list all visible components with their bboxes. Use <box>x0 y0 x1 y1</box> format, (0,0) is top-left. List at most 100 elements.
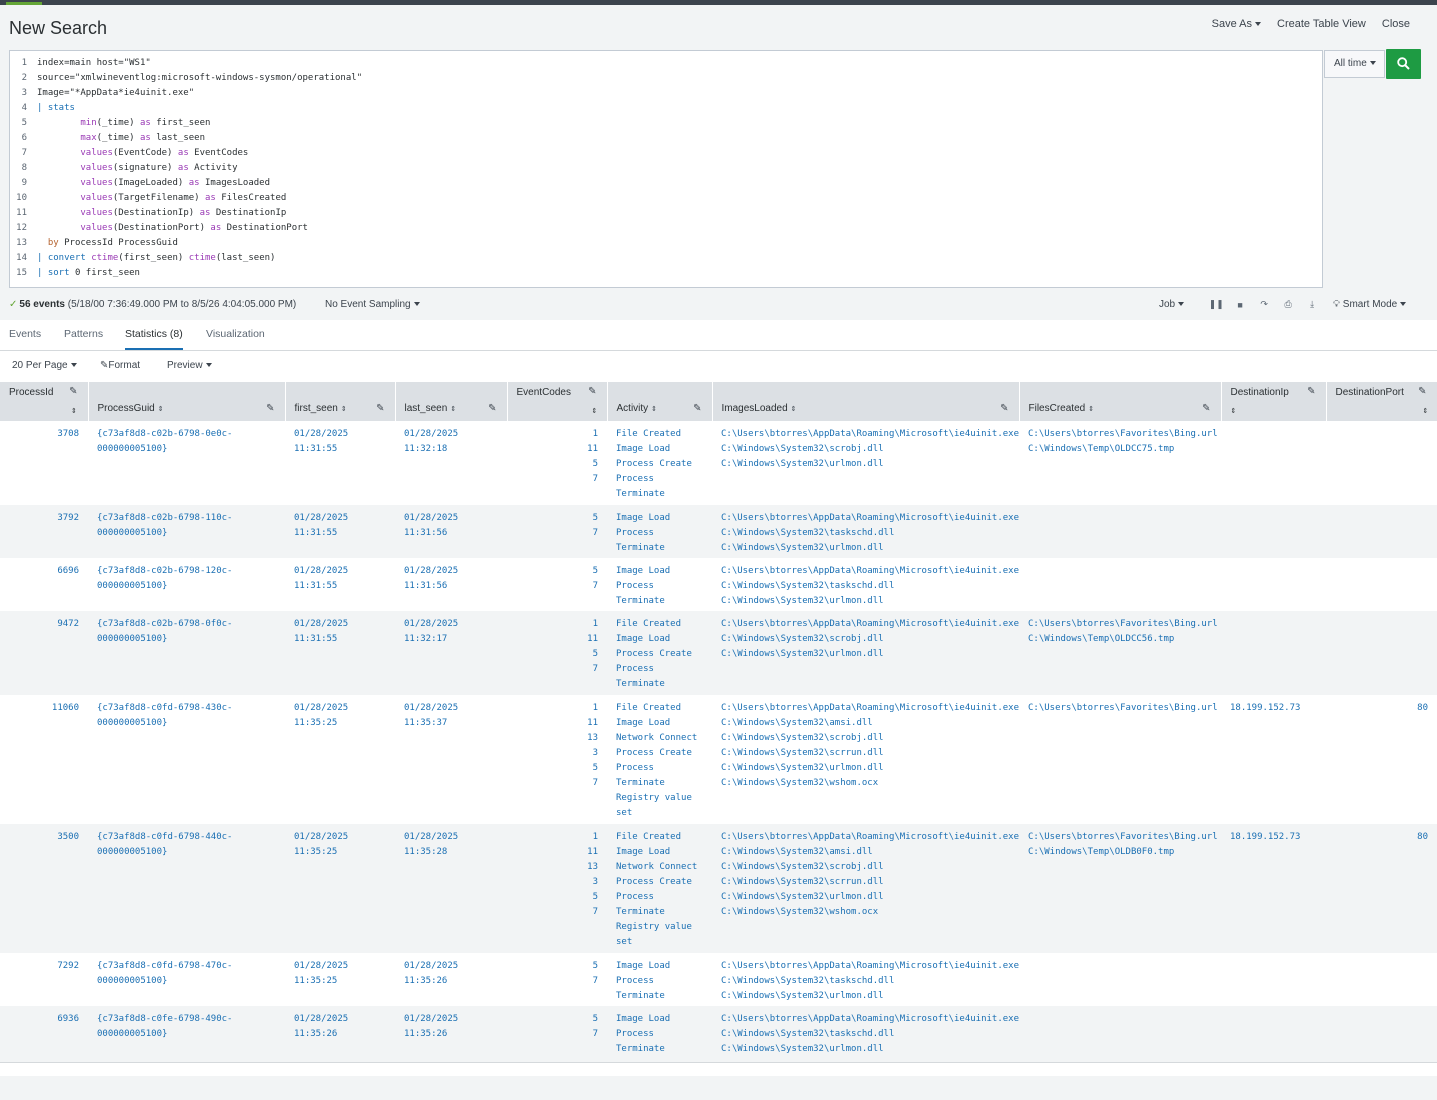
cell-imagesloaded[interactable]: C:\Users\btorres\AppData\Roaming\Microso… <box>712 611 1019 695</box>
cell-processguid[interactable]: {c73af8d8-c02b-6798-110c- 000000005100} <box>88 505 285 558</box>
export-icon[interactable]: ⤓ <box>1300 299 1324 310</box>
cell-processid[interactable]: 7292 <box>0 953 88 1006</box>
edit-column-icon[interactable]: ✎ <box>69 386 77 397</box>
cell-activity[interactable]: Image Load Process Terminate <box>607 505 712 558</box>
cell-last_seen[interactable]: 01/28/2025 11:32:17 <box>395 611 507 695</box>
cell-destinationip[interactable]: 18.199.152.73 <box>1221 824 1326 953</box>
column-header-eventcodes[interactable]: EventCodes ⇕ ✎ <box>507 382 608 421</box>
cell-last_seen[interactable]: 01/28/2025 11:35:26 <box>395 1006 507 1059</box>
cell-eventcodes[interactable]: 5 7 <box>507 505 607 558</box>
cell-filescreated[interactable]: C:\Users\btorres\Favorites\Bing.url C:\W… <box>1019 824 1221 953</box>
cell-processid[interactable]: 3792 <box>0 505 88 558</box>
table-row[interactable]: 9472 {c73af8d8-c02b-6798-0f0c- 0000000051… <box>0 611 1437 695</box>
table-row[interactable]: 6936 {c73af8d8-c0fe-6798-490c- 0000000051… <box>0 1006 1437 1059</box>
cell-eventcodes[interactable]: 1 11 5 7 <box>507 421 607 505</box>
column-header-destinationport[interactable]: DestinationPort ⇕ ✎ <box>1326 382 1437 421</box>
tab-events[interactable]: Events <box>9 328 41 340</box>
cell-destinationport[interactable]: 80 <box>1326 824 1437 953</box>
column-header-last_seen[interactable]: last_seen ⇕ ✎ <box>395 382 508 421</box>
cell-eventcodes[interactable]: 1 11 13 3 5 7 <box>507 695 607 824</box>
cell-filescreated[interactable]: C:\Users\btorres\Favorites\Bing.url C:\W… <box>1019 421 1221 505</box>
search-mode-dropdown[interactable]: 💡︎ Smart Mode <box>1333 299 1407 310</box>
cell-imagesloaded[interactable]: C:\Users\btorres\AppData\Roaming\Microso… <box>712 1006 1019 1059</box>
cell-destinationport[interactable] <box>1326 558 1437 611</box>
close-button[interactable]: Close <box>1382 18 1410 30</box>
cell-first_seen[interactable]: 01/28/2025 11:31:55 <box>285 421 395 505</box>
cell-destinationip[interactable] <box>1221 421 1326 505</box>
edit-column-icon[interactable]: ✎ <box>588 386 596 397</box>
column-header-processid[interactable]: ProcessId ⇕ ✎ <box>0 382 89 421</box>
edit-column-icon[interactable]: ✎ <box>1307 386 1315 397</box>
edit-column-icon[interactable]: ✎ <box>488 403 496 414</box>
create-table-view-button[interactable]: Create Table View <box>1277 18 1366 30</box>
cell-last_seen[interactable]: 01/28/2025 11:32:18 <box>395 421 507 505</box>
time-range-picker[interactable]: All time <box>1324 50 1385 78</box>
edit-column-icon[interactable]: ✎ <box>1202 403 1210 414</box>
edit-column-icon[interactable]: ✎ <box>376 403 384 414</box>
table-row[interactable]: 11060 {c73af8d8-c0fd-6798-430c- 000000005… <box>0 695 1437 824</box>
save-as-button[interactable]: Save As <box>1212 18 1261 30</box>
cell-filescreated[interactable] <box>1019 953 1221 1006</box>
sort-icon[interactable]: ⇕ <box>1088 406 1094 413</box>
column-header-filescreated[interactable]: FilesCreated ⇕ ✎ <box>1019 382 1222 421</box>
column-header-processguid[interactable]: ProcessGuid ⇕ ✎ <box>88 382 286 421</box>
cell-filescreated[interactable] <box>1019 1006 1221 1059</box>
cell-filescreated[interactable]: C:\Users\btorres\Favorites\Bing.url <box>1019 695 1221 824</box>
cell-processid[interactable]: 9472 <box>0 611 88 695</box>
cell-activity[interactable]: Image Load Process Terminate <box>607 558 712 611</box>
edit-column-icon[interactable]: ✎ <box>1418 386 1426 397</box>
sort-icon[interactable]: ⇕ <box>592 407 598 415</box>
cell-processguid[interactable]: {c73af8d8-c0fd-6798-440c- 000000005100} <box>88 824 285 953</box>
table-row[interactable]: 7292 {c73af8d8-c0fd-6798-470c- 0000000051… <box>0 953 1437 1006</box>
cell-processid[interactable]: 3708 <box>0 421 88 505</box>
cell-eventcodes[interactable]: 5 7 <box>507 558 607 611</box>
pause-icon[interactable]: ❚❚ <box>1204 299 1228 310</box>
table-row[interactable]: 3792 {c73af8d8-c02b-6798-110c- 0000000051… <box>0 505 1437 558</box>
cell-processguid[interactable]: {c73af8d8-c0fd-6798-470c- 000000005100} <box>88 953 285 1006</box>
cell-destinationip[interactable] <box>1221 1006 1326 1059</box>
cell-processguid[interactable]: {c73af8d8-c0fe-6798-490c- 000000005100} <box>88 1006 285 1059</box>
cell-first_seen[interactable]: 01/28/2025 11:31:55 <box>285 558 395 611</box>
cell-destinationport[interactable] <box>1326 953 1437 1006</box>
tab-statistics[interactable]: Statistics (8) <box>125 328 183 340</box>
column-header-first_seen[interactable]: first_seen ⇕ ✎ <box>285 382 396 421</box>
sort-icon[interactable]: ⇕ <box>158 406 164 413</box>
cell-destinationport[interactable] <box>1326 505 1437 558</box>
sort-icon[interactable]: ⇕ <box>791 406 797 413</box>
cell-processguid[interactable]: {c73af8d8-c0fd-6798-430c- 000000005100} <box>88 695 285 824</box>
cell-first_seen[interactable]: 01/28/2025 11:35:25 <box>285 824 395 953</box>
cell-imagesloaded[interactable]: C:\Users\btorres\AppData\Roaming\Microso… <box>712 695 1019 824</box>
cell-last_seen[interactable]: 01/28/2025 11:35:26 <box>395 953 507 1006</box>
per-page-dropdown[interactable]: 20 Per Page <box>12 360 77 371</box>
edit-column-icon[interactable]: ✎ <box>266 403 274 414</box>
sort-icon[interactable]: ⇕ <box>1231 407 1237 415</box>
print-icon[interactable]: ⎙ <box>1276 299 1300 310</box>
stop-icon[interactable]: ■ <box>1228 300 1252 310</box>
cell-imagesloaded[interactable]: C:\Users\btorres\AppData\Roaming\Microso… <box>712 505 1019 558</box>
cell-filescreated[interactable] <box>1019 558 1221 611</box>
cell-filescreated[interactable] <box>1019 505 1221 558</box>
search-button[interactable] <box>1386 49 1421 79</box>
sort-icon[interactable]: ⇕ <box>1423 407 1429 415</box>
share-icon[interactable]: ↷ <box>1252 299 1276 310</box>
cell-processid[interactable]: 6696 <box>0 558 88 611</box>
cell-destinationip[interactable] <box>1221 611 1326 695</box>
table-row[interactable]: 3500 {c73af8d8-c0fd-6798-440c- 0000000051… <box>0 824 1437 953</box>
event-sampling-dropdown[interactable]: No Event Sampling <box>325 299 420 310</box>
cell-destinationport[interactable]: 80 <box>1326 695 1437 824</box>
cell-destinationip[interactable] <box>1221 558 1326 611</box>
cell-eventcodes[interactable]: 5 7 <box>507 1006 607 1059</box>
cell-first_seen[interactable]: 01/28/2025 11:31:55 <box>285 611 395 695</box>
table-row[interactable]: 3708 {c73af8d8-c02b-6798-0e0c- 0000000051… <box>0 421 1437 505</box>
table-row[interactable]: 6696 {c73af8d8-c02b-6798-120c- 0000000051… <box>0 558 1437 611</box>
job-menu[interactable]: Job <box>1159 299 1185 310</box>
cell-destinationport[interactable] <box>1326 611 1437 695</box>
cell-destinationport[interactable] <box>1326 421 1437 505</box>
cell-imagesloaded[interactable]: C:\Users\btorres\AppData\Roaming\Microso… <box>712 421 1019 505</box>
cell-activity[interactable]: File Created Image Load Network Connect … <box>607 695 712 824</box>
cell-destinationport[interactable] <box>1326 1006 1437 1059</box>
cell-last_seen[interactable]: 01/28/2025 11:35:37 <box>395 695 507 824</box>
cell-last_seen[interactable]: 01/28/2025 11:31:56 <box>395 558 507 611</box>
cell-processid[interactable]: 3500 <box>0 824 88 953</box>
cell-activity[interactable]: Image Load Process Terminate <box>607 1006 712 1059</box>
